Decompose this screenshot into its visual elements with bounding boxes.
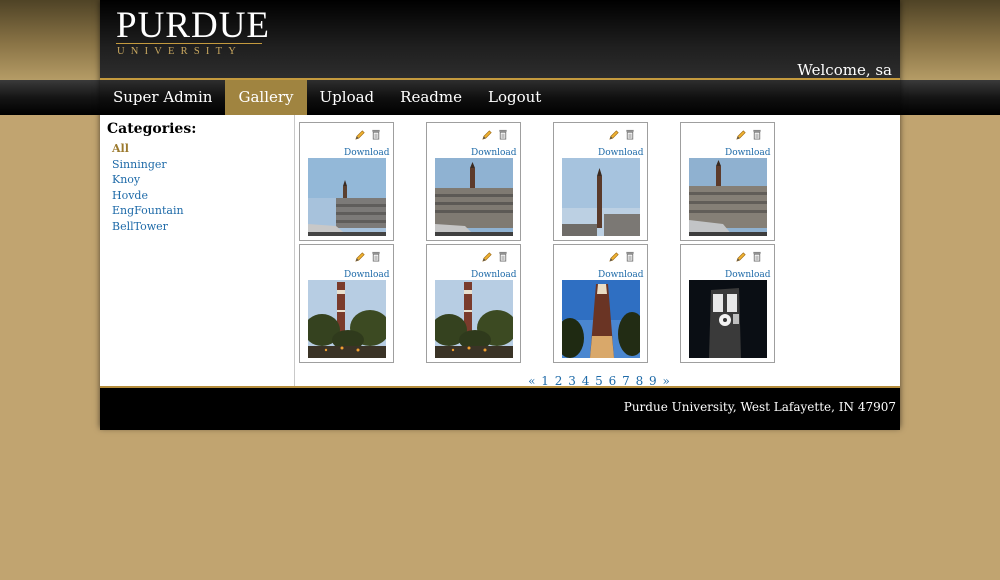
category-sinninger[interactable]: Sinninger	[112, 157, 184, 173]
download-link[interactable]: Download	[598, 270, 644, 280]
pencil-icon[interactable]	[736, 251, 747, 262]
pencil-icon[interactable]	[355, 129, 366, 140]
download-link[interactable]: Download	[471, 148, 517, 158]
categories-heading: Categories:	[107, 121, 197, 137]
logo-rule	[116, 43, 262, 44]
download-link[interactable]: Download	[725, 148, 771, 158]
gallery-card: Download	[299, 122, 394, 241]
nav-upload[interactable]: Upload	[307, 80, 388, 115]
download-link[interactable]: Download	[598, 148, 644, 158]
gallery-card: Download	[553, 244, 648, 363]
category-hovde[interactable]: Hovde	[112, 188, 184, 204]
gallery-card: Download	[680, 122, 775, 241]
trash-icon[interactable]	[371, 251, 381, 262]
pencil-icon[interactable]	[482, 251, 493, 262]
content-area: Categories: All Sinninger Knoy Hovde Eng…	[100, 115, 900, 388]
category-all[interactable]: All	[112, 141, 184, 157]
footer-address: Purdue University, West Lafayette, IN 47…	[623, 400, 896, 414]
trash-icon[interactable]	[625, 129, 635, 140]
download-link[interactable]: Download	[344, 270, 390, 280]
nav-logout[interactable]: Logout	[475, 80, 554, 115]
nav-gallery[interactable]: Gallery	[225, 80, 307, 115]
category-sidebar: Categories: All Sinninger Knoy Hovde Eng…	[100, 115, 295, 386]
trash-icon[interactable]	[625, 251, 635, 262]
gallery-card: Download	[680, 244, 775, 363]
photo-bell-tower[interactable]	[562, 158, 640, 236]
gallery-card: Download	[426, 122, 521, 241]
footer: Purdue University, West Lafayette, IN 47…	[100, 386, 900, 430]
logo-sub: UNIVERSITY	[117, 46, 242, 57]
trash-icon[interactable]	[498, 251, 508, 262]
gallery-card: Download	[426, 244, 521, 363]
category-engfountain[interactable]: EngFountain	[112, 203, 184, 219]
header: PURDUE UNIVERSITY Welcome, sa	[100, 0, 900, 80]
trash-icon[interactable]	[371, 129, 381, 140]
category-knoy[interactable]: Knoy	[112, 172, 184, 188]
main-nav: Super Admin Gallery Upload Readme Logout	[100, 80, 900, 115]
photo-clock-tower[interactable]	[689, 280, 767, 358]
pencil-icon[interactable]	[355, 251, 366, 262]
pencil-icon[interactable]	[609, 251, 620, 262]
logo-main: PURDUE	[116, 5, 271, 46]
pencil-icon[interactable]	[609, 129, 620, 140]
gallery-card: Download	[299, 244, 394, 363]
photo-bell-tower[interactable]	[435, 280, 513, 358]
photo-bell-tower[interactable]	[308, 280, 386, 358]
photo-bell-tower[interactable]	[308, 158, 386, 236]
trash-icon[interactable]	[498, 129, 508, 140]
page-shell: PURDUE UNIVERSITY Welcome, sa Super Admi…	[100, 0, 900, 430]
category-list: All Sinninger Knoy Hovde EngFountain Bel…	[112, 141, 184, 235]
trash-icon[interactable]	[752, 251, 762, 262]
photo-bell-tower[interactable]	[562, 280, 640, 358]
download-link[interactable]: Download	[471, 270, 517, 280]
gallery-card: Download	[553, 122, 648, 241]
nav-readme[interactable]: Readme	[387, 80, 475, 115]
download-link[interactable]: Download	[725, 270, 771, 280]
welcome-text: Welcome, sa	[797, 61, 892, 79]
pencil-icon[interactable]	[482, 129, 493, 140]
gallery-grid: Download Download Download Download Down…	[299, 122, 899, 388]
photo-bell-tower[interactable]	[435, 158, 513, 236]
nav-super-admin[interactable]: Super Admin	[100, 80, 225, 115]
photo-bell-tower[interactable]	[689, 158, 767, 236]
pencil-icon[interactable]	[736, 129, 747, 140]
trash-icon[interactable]	[752, 129, 762, 140]
category-belltower[interactable]: BellTower	[112, 219, 184, 235]
download-link[interactable]: Download	[344, 148, 390, 158]
